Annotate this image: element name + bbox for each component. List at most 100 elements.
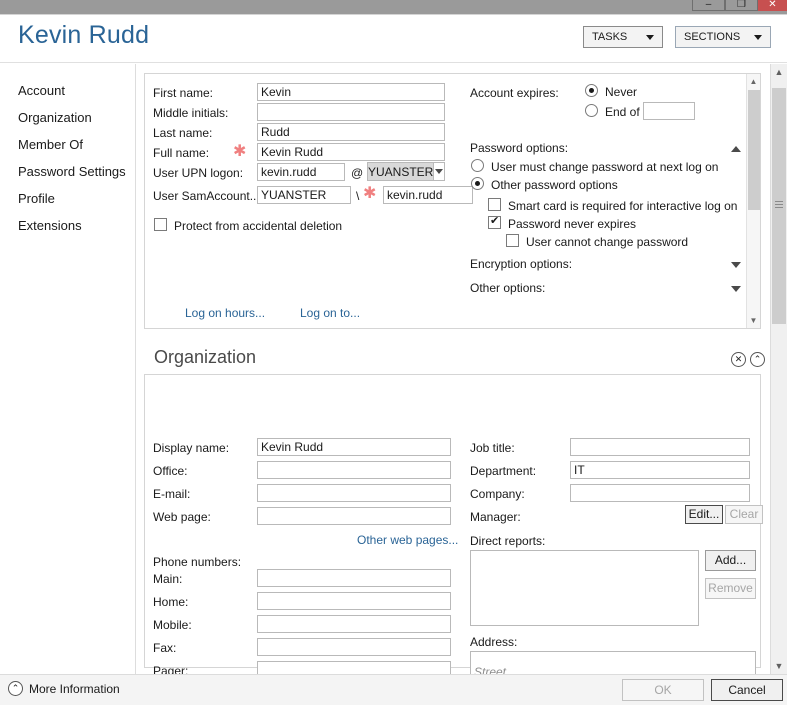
account-expires-end-of-radio[interactable] [585,104,598,117]
fax-label: Fax: [153,641,177,655]
protect-deletion-checkbox[interactable] [154,218,167,231]
department-input[interactable] [570,461,750,479]
other-options-label: Other options: [470,281,546,295]
content-scrollbar[interactable]: ▲ ▼ [770,64,787,675]
job-title-input[interactable] [570,438,750,456]
close-section-icon[interactable]: ✕ [731,352,746,367]
minimize-button[interactable]: – [692,0,725,11]
chevron-down-icon[interactable] [433,163,444,180]
upn-at-symbol: @ [351,166,364,180]
tasks-menu-button[interactable]: TASKS [583,26,663,48]
street-input[interactable] [470,651,756,675]
account-expires-end-of-label: End of [605,105,640,119]
sidebar-item-extensions[interactable]: Extensions [0,212,135,239]
middle-initials-input[interactable] [257,103,445,121]
sidebar-item-organization[interactable]: Organization [0,104,135,131]
upn-logon-label: User UPN logon: [153,166,244,180]
close-button[interactable]: ✕ [758,0,787,11]
content-scrollbar-thumb[interactable] [772,88,786,324]
web-page-input[interactable] [257,507,451,525]
account-expires-never-radio[interactable] [585,84,598,97]
maximize-button[interactable]: ❐ [725,0,758,11]
full-name-input[interactable] [257,143,445,161]
sidebar-navigation: Account Organization Member Of Password … [0,64,136,675]
direct-reports-remove-button: Remove [705,578,756,599]
other-password-options-radio[interactable] [471,177,484,190]
smart-card-checkbox[interactable] [488,198,501,211]
display-name-label: Display name: [153,441,230,455]
password-options-label: Password options: [470,141,569,155]
expand-encryption-options-icon[interactable] [731,262,741,268]
chevron-up-icon[interactable]: ⌃ [8,681,23,696]
log-on-to-link[interactable]: Log on to... [300,306,360,320]
organization-section: Display name: Office: E-mail: Web page: … [144,374,763,675]
window-titlebar: – ❐ ✕ [0,0,787,14]
user-properties-dialog: Kevin Rudd TASKS SECTIONS Account Organi… [0,14,787,675]
direct-reports-add-button[interactable]: Add... [705,550,756,571]
scroll-down-arrow-icon[interactable]: ▼ [747,313,760,328]
collapse-password-options-icon[interactable] [731,146,741,152]
sam-domain-input[interactable] [257,186,351,204]
must-change-password-label: User must change password at next log on [491,160,719,174]
direct-reports-label: Direct reports: [470,534,546,548]
scroll-up-arrow-icon[interactable]: ▲ [747,74,760,89]
cannot-change-password-checkbox[interactable] [506,234,519,247]
protect-deletion-label: Protect from accidental deletion [174,219,343,233]
account-section-scrollbar[interactable]: ▲ ▼ [746,74,760,328]
display-name-input[interactable] [257,438,451,456]
required-asterisk-icon: ✱ [233,143,247,160]
sam-name-input[interactable] [383,186,473,204]
company-input[interactable] [570,484,750,502]
last-name-label: Last name: [153,126,213,140]
email-input[interactable] [257,484,451,502]
must-change-password-radio[interactable] [471,159,484,172]
mobile-phone-input[interactable] [257,615,451,633]
encryption-options-label: Encryption options: [470,257,573,271]
department-label: Department: [470,464,537,478]
password-never-expires-checkbox[interactable] [488,214,501,229]
dialog-header: Kevin Rudd TASKS SECTIONS [0,15,787,63]
home-phone-label: Home: [153,595,189,609]
chevron-down-icon [646,34,654,40]
sidebar-item-member-of[interactable]: Member Of [0,131,135,158]
first-name-label: First name: [153,86,214,100]
email-label: E-mail: [153,487,191,501]
sidebar-item-password-settings[interactable]: Password Settings [0,158,135,185]
account-scrollbar-thumb[interactable] [748,90,760,210]
office-input[interactable] [257,461,451,479]
main-phone-input[interactable] [257,569,451,587]
web-page-label: Web page: [153,510,211,524]
manager-edit-button[interactable]: Edit... [685,505,723,524]
home-phone-input[interactable] [257,592,451,610]
log-on-hours-link[interactable]: Log on hours... [185,306,265,320]
direct-reports-listbox[interactable] [470,550,699,626]
expand-other-options-icon[interactable] [731,286,741,292]
last-name-input[interactable] [257,123,445,141]
manager-label: Manager: [470,510,521,524]
scroll-down-arrow-icon[interactable]: ▼ [771,658,787,675]
chevron-down-icon [754,34,762,40]
sections-label: SECTIONS [684,31,741,43]
other-web-pages-link[interactable]: Other web pages... [357,533,458,547]
fax-input[interactable] [257,638,451,656]
sam-account-label: User SamAccount... [153,189,260,203]
more-information-toggle[interactable]: ⌃ More Information [8,681,120,696]
account-expires-label: Account expires: [470,86,559,100]
cannot-change-password-label: User cannot change password [526,235,689,249]
upn-domain-combo[interactable]: YUANSTER [367,162,445,181]
upn-prefix-input[interactable] [257,163,345,181]
more-information-label: More Information [29,681,120,696]
first-name-input[interactable] [257,83,445,101]
sections-menu-button[interactable]: SECTIONS [675,26,771,48]
office-label: Office: [153,464,188,478]
mobile-phone-label: Mobile: [153,618,192,632]
collapse-section-icon[interactable]: ⌃ [750,352,765,367]
scroll-up-arrow-icon[interactable]: ▲ [771,64,787,81]
pager-input[interactable] [257,661,451,675]
smart-card-label: Smart card is required for interactive l… [508,199,738,213]
sidebar-item-profile[interactable]: Profile [0,185,135,212]
cancel-button[interactable]: Cancel [711,679,783,701]
account-expires-never-label: Never [605,85,638,99]
account-expires-date-input[interactable] [643,102,695,120]
sidebar-item-account[interactable]: Account [0,77,135,104]
